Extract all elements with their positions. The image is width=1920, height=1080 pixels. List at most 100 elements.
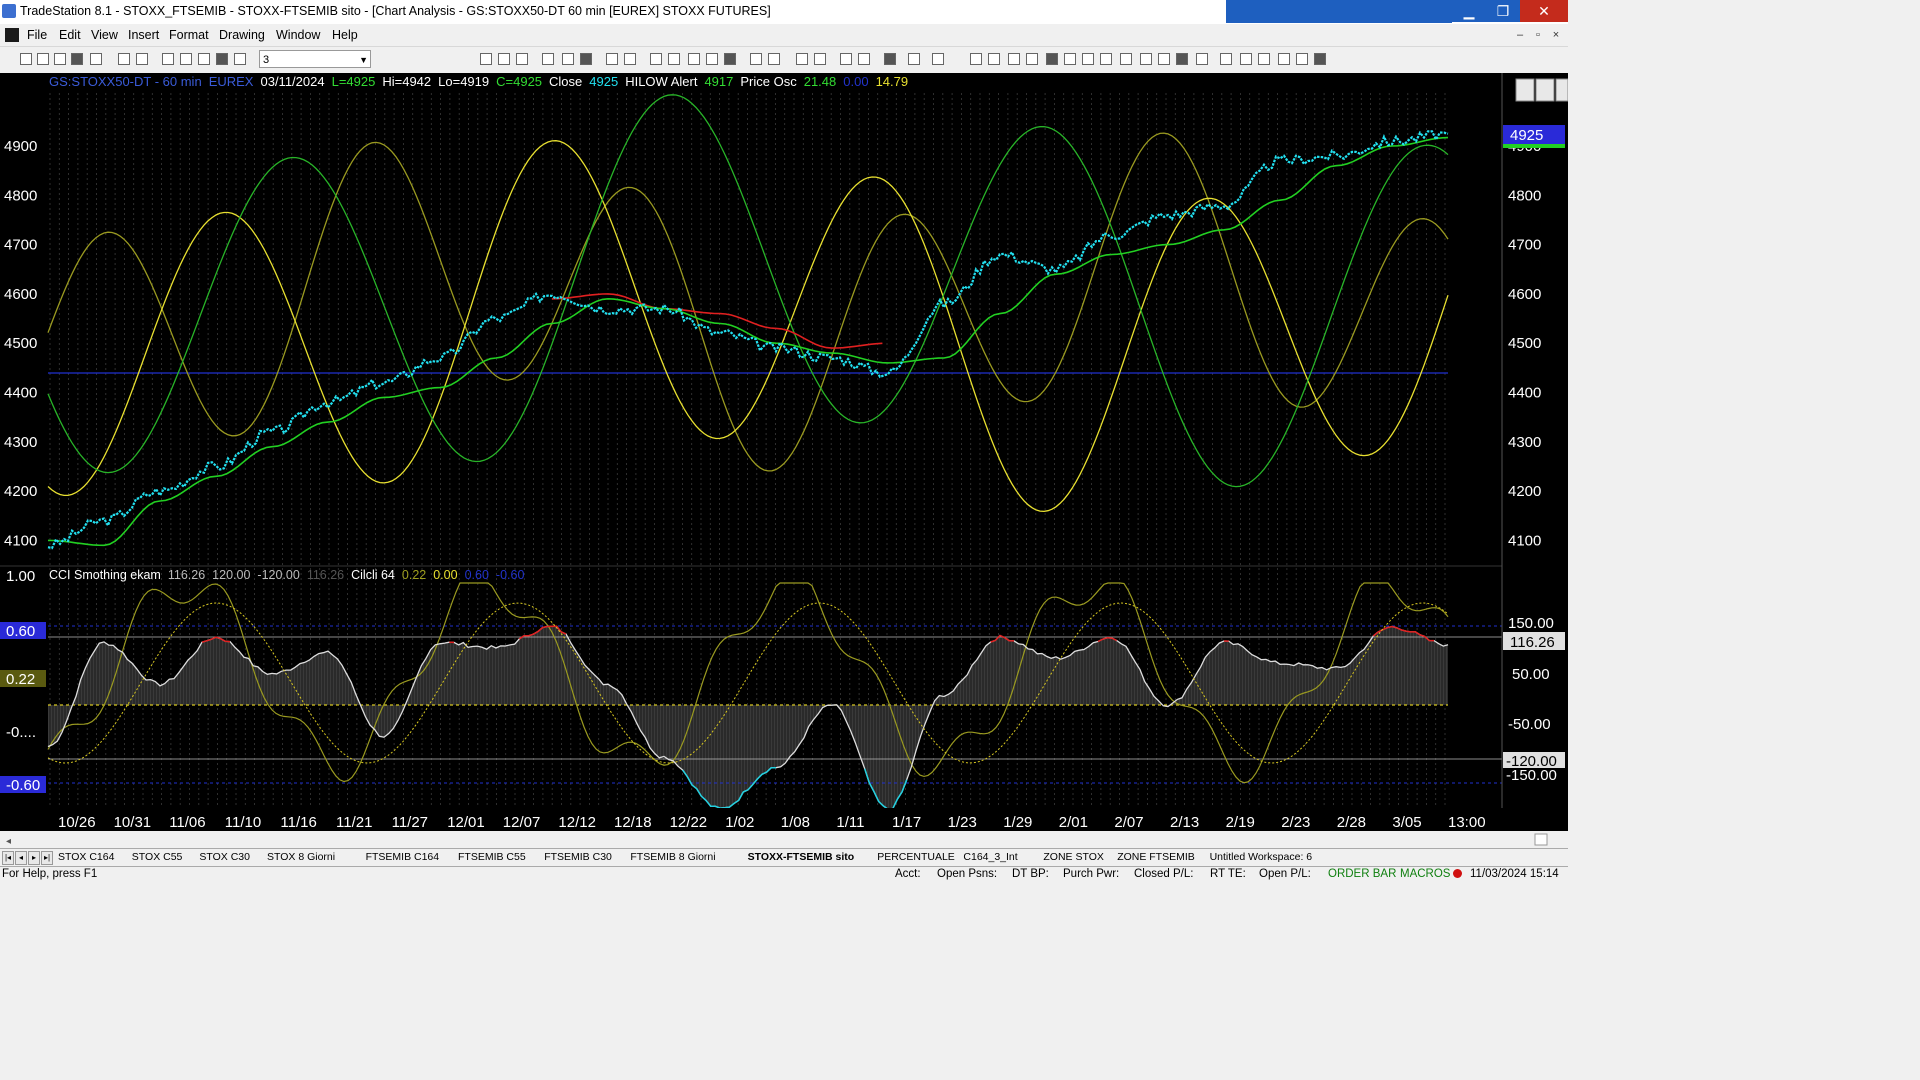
toolbar-tool-icon[interactable] bbox=[908, 53, 920, 65]
workspace-tab[interactable]: PERCENTUALE bbox=[877, 851, 955, 863]
toolbar-tool-icon[interactable] bbox=[884, 53, 896, 65]
toolbar-tool-icon[interactable] bbox=[1100, 53, 1112, 65]
toolbar-tool-icon[interactable] bbox=[198, 53, 210, 65]
workspace-tab[interactable]: ZONE FTSEMIB bbox=[1117, 851, 1195, 863]
order-bar-button[interactable]: ORDER BAR bbox=[1328, 868, 1396, 880]
toolbar-tool-icon[interactable] bbox=[650, 53, 662, 65]
workspace-tab[interactable]: STOX C30 bbox=[199, 851, 250, 863]
workspace-tab[interactable]: FTSEMIB C30 bbox=[544, 851, 612, 863]
chart-minimize-button[interactable] bbox=[1515, 78, 1535, 102]
close-button[interactable]: ✕ bbox=[1520, 0, 1568, 22]
toolbar-tool-icon[interactable] bbox=[840, 53, 852, 65]
toolbar-tool-icon[interactable] bbox=[1140, 53, 1152, 65]
toolbar-tool-icon[interactable] bbox=[136, 53, 148, 65]
workspace-tab[interactable]: FTSEMIB C55 bbox=[458, 851, 526, 863]
toolbar-tool-icon[interactable] bbox=[54, 53, 66, 65]
toolbar-tool-icon[interactable] bbox=[37, 53, 49, 65]
red-line bbox=[551, 293, 883, 349]
toolbar-tool-icon[interactable] bbox=[1120, 53, 1132, 65]
toolbar-tool-icon[interactable] bbox=[1046, 53, 1058, 65]
macros-button[interactable]: MACROS bbox=[1400, 868, 1450, 880]
workspace-tab[interactable]: FTSEMIB C164 bbox=[366, 851, 440, 863]
toolbar-tool-icon[interactable] bbox=[516, 53, 528, 65]
toolbar-tool-icon[interactable] bbox=[480, 53, 492, 65]
menu-insert[interactable]: Insert bbox=[128, 28, 159, 42]
restore-button[interactable]: ❐ bbox=[1486, 0, 1520, 22]
workspace-tab[interactable]: STOX C55 bbox=[132, 851, 183, 863]
child-close-button[interactable]: × bbox=[1548, 27, 1564, 43]
chart-window-icon[interactable] bbox=[5, 28, 19, 42]
minimize-button[interactable]: ▁ bbox=[1452, 0, 1486, 22]
toolbar-tool-icon[interactable] bbox=[668, 53, 680, 65]
toolbar-tool-icon[interactable] bbox=[750, 53, 762, 65]
toolbar-tool-icon[interactable] bbox=[234, 53, 246, 65]
menu-help[interactable]: Help bbox=[332, 28, 358, 42]
toolbar-tool-icon[interactable] bbox=[706, 53, 718, 65]
workspace-tab[interactable]: FTSEMIB 8 Giorni bbox=[630, 851, 715, 863]
toolbar-tool-icon[interactable] bbox=[606, 53, 618, 65]
chart-restore-button[interactable] bbox=[1535, 78, 1555, 102]
toolbar-tool-icon[interactable] bbox=[932, 53, 944, 65]
toolbar-tool-icon[interactable] bbox=[814, 53, 826, 65]
chart-analysis-window[interactable]: ◂ GS:STOXX50-DT - 60 min EUREX 03/11/2024 L… bbox=[0, 73, 1568, 848]
bar-interval-combo[interactable]: 3 ▼ bbox=[259, 50, 371, 68]
toolbar-tool-icon[interactable] bbox=[71, 53, 83, 65]
menu-drawing[interactable]: Drawing bbox=[219, 28, 265, 42]
toolbar-tool-icon[interactable] bbox=[1176, 53, 1188, 65]
chevron-down-icon[interactable]: ▼ bbox=[359, 51, 368, 69]
tab-prev-icon[interactable]: ◂ bbox=[15, 851, 27, 865]
tab-next-icon[interactable]: ▸ bbox=[28, 851, 40, 865]
menu-window[interactable]: Window bbox=[276, 28, 320, 42]
toolbar-tool-icon[interactable] bbox=[180, 53, 192, 65]
svg-text:◂: ◂ bbox=[6, 836, 11, 847]
toolbar-tool-icon[interactable] bbox=[1008, 53, 1020, 65]
toolbar-tool-icon[interactable] bbox=[562, 53, 574, 65]
toolbar-tool-icon[interactable] bbox=[1258, 53, 1270, 65]
toolbar-tool-icon[interactable] bbox=[498, 53, 510, 65]
toolbar-tool-icon[interactable] bbox=[1196, 53, 1208, 65]
toolbar-tool-icon[interactable] bbox=[118, 53, 130, 65]
toolbar-tool-icon[interactable] bbox=[1314, 53, 1326, 65]
horizontal-scrollbar[interactable] bbox=[0, 831, 1568, 848]
toolbar-tool-icon[interactable] bbox=[796, 53, 808, 65]
toolbar-tool-icon[interactable] bbox=[90, 53, 102, 65]
toolbar-tool-icon[interactable] bbox=[542, 53, 554, 65]
child-minimize-button[interactable]: – bbox=[1512, 27, 1528, 43]
toolbar-tool-icon[interactable] bbox=[1220, 53, 1232, 65]
toolbar-tool-icon[interactable] bbox=[1082, 53, 1094, 65]
toolbar-tool-icon[interactable] bbox=[768, 53, 780, 65]
child-restore-button[interactable]: ▫ bbox=[1530, 27, 1546, 43]
tradestation-app-icon[interactable] bbox=[2, 4, 16, 18]
price-tick-label: 4700 bbox=[4, 237, 37, 254]
chart-close-button[interactable] bbox=[1555, 78, 1568, 102]
toolbar-tool-icon[interactable] bbox=[1240, 53, 1252, 65]
toolbar-tool-icon[interactable] bbox=[1158, 53, 1170, 65]
toolbar-tool-icon[interactable] bbox=[1296, 53, 1308, 65]
workspace-tab[interactable]: C164_3_Int bbox=[963, 851, 1017, 863]
toolbar-tool-icon[interactable] bbox=[20, 53, 32, 65]
menu-format[interactable]: Format bbox=[169, 28, 209, 42]
toolbar-tool-icon[interactable] bbox=[216, 53, 228, 65]
chart-canvas[interactable]: ◂ GS:STOXX50-DT - 60 min EUREX 03/11/2024 L… bbox=[0, 73, 1568, 848]
toolbar-tool-icon[interactable] bbox=[724, 53, 736, 65]
toolbar-tool-icon[interactable] bbox=[858, 53, 870, 65]
toolbar-tool-icon[interactable] bbox=[162, 53, 174, 65]
toolbar-tool-icon[interactable] bbox=[1026, 53, 1038, 65]
tab-last-icon[interactable]: ▸| bbox=[41, 851, 53, 865]
menu-edit[interactable]: Edit bbox=[59, 28, 81, 42]
toolbar-tool-icon[interactable] bbox=[1278, 53, 1290, 65]
workspace-tab[interactable]: STOX C164 bbox=[58, 851, 114, 863]
toolbar-tool-icon[interactable] bbox=[688, 53, 700, 65]
workspace-tab[interactable]: Untitled Workspace: 6 bbox=[1210, 851, 1313, 863]
workspace-tab[interactable]: ZONE STOX bbox=[1043, 851, 1103, 863]
workspace-tab[interactable]: STOX 8 Giorni bbox=[267, 851, 335, 863]
toolbar-tool-icon[interactable] bbox=[624, 53, 636, 65]
toolbar-tool-icon[interactable] bbox=[1064, 53, 1076, 65]
menu-file[interactable]: File bbox=[27, 28, 47, 42]
workspace-tab[interactable]: STOXX-FTSEMIB sito bbox=[748, 851, 855, 863]
tab-first-icon[interactable]: |◂ bbox=[2, 851, 14, 865]
menu-view[interactable]: View bbox=[91, 28, 118, 42]
toolbar-tool-icon[interactable] bbox=[970, 53, 982, 65]
toolbar-tool-icon[interactable] bbox=[580, 53, 592, 65]
toolbar-tool-icon[interactable] bbox=[988, 53, 1000, 65]
